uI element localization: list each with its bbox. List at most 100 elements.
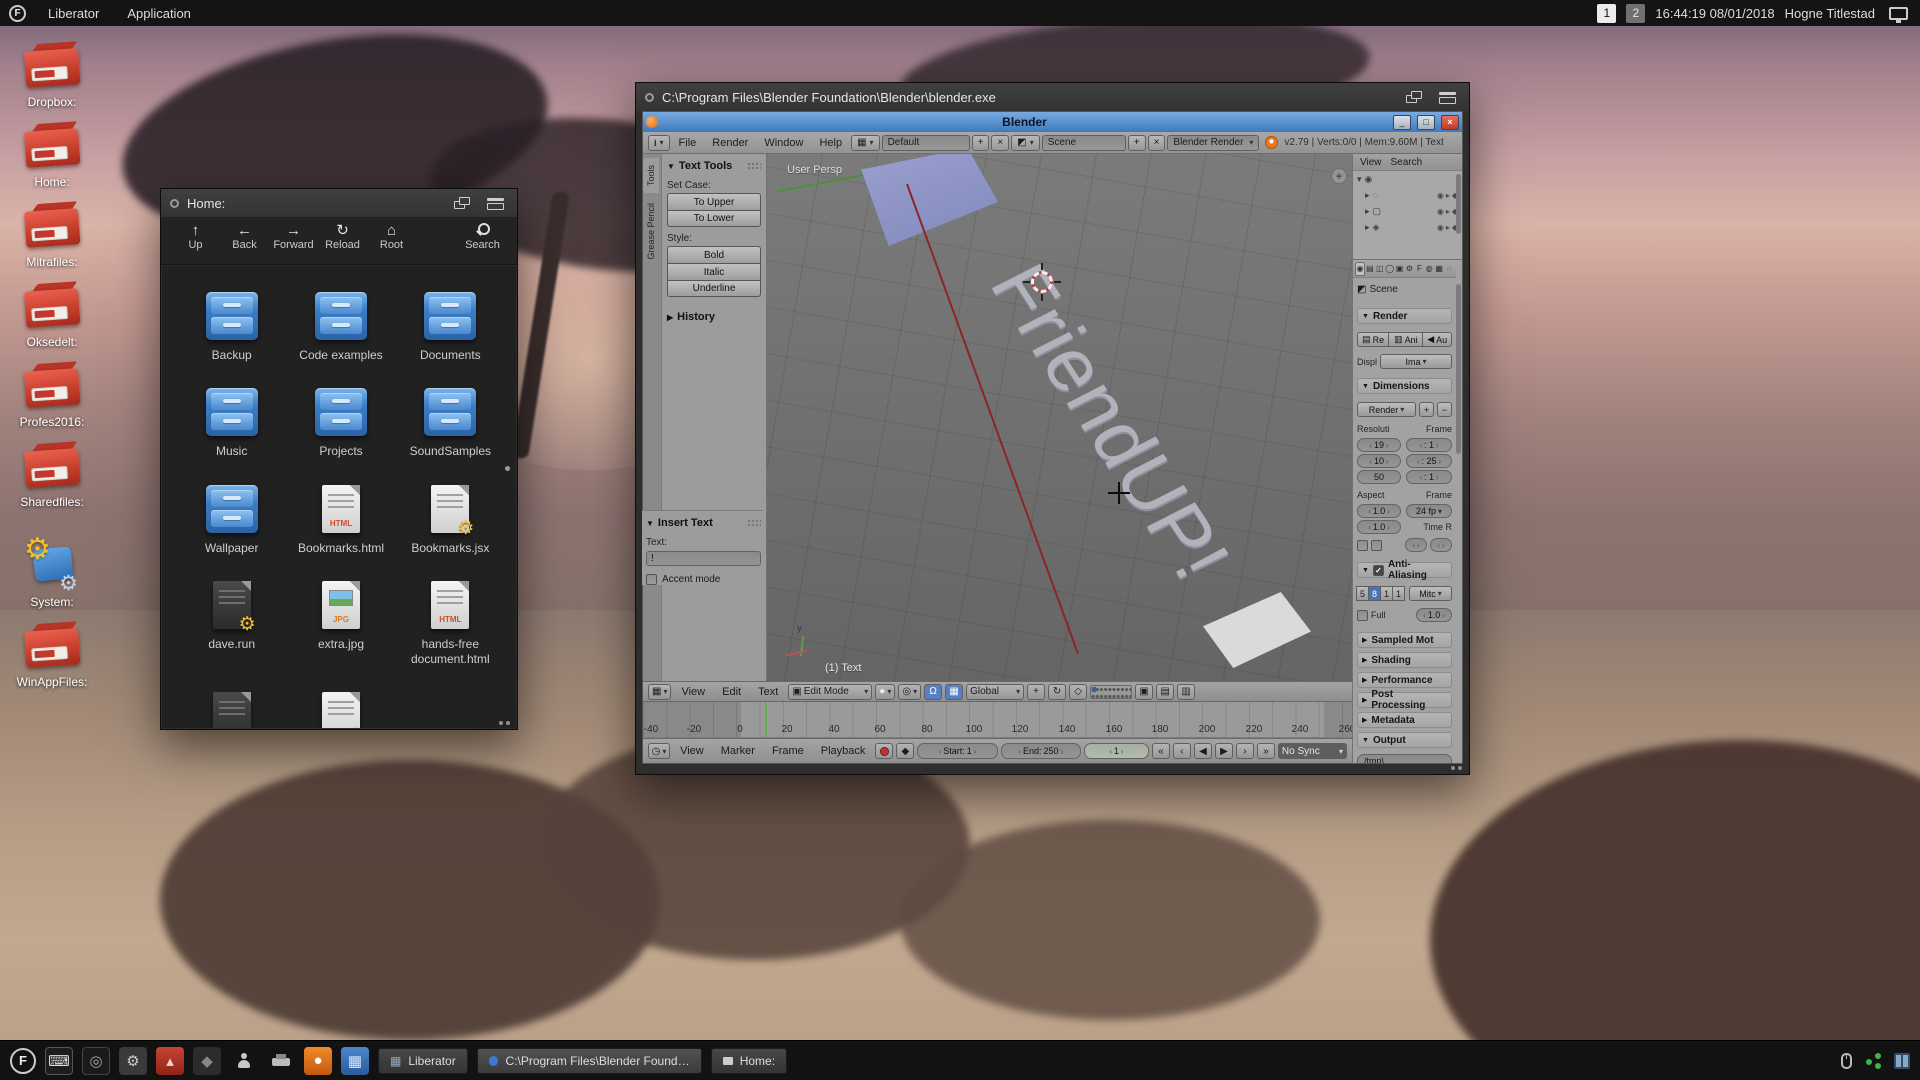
record-button[interactable] bbox=[875, 743, 893, 759]
close-button[interactable]: × bbox=[1441, 115, 1459, 130]
add-preset-button[interactable]: + bbox=[1419, 402, 1434, 417]
add-scene-button[interactable]: + bbox=[1128, 135, 1146, 151]
resolution-x-field[interactable]: ‹19› bbox=[1357, 438, 1401, 452]
file-item[interactable]: HTML hands-free document.html bbox=[397, 581, 504, 666]
animation-button[interactable]: ▥Ani bbox=[1389, 332, 1423, 347]
task-blender[interactable]: C:\Program Files\Blender Founda... bbox=[477, 1048, 702, 1074]
timeline-menu-marker[interactable]: Marker bbox=[714, 745, 762, 757]
file-item[interactable]: Projects bbox=[287, 388, 394, 458]
aspect-y-field[interactable]: ‹1.0› bbox=[1357, 520, 1401, 534]
file-item[interactable]: Wallpaper bbox=[178, 485, 285, 555]
workspace-2-button[interactable]: 2 bbox=[1626, 4, 1645, 23]
menu-application[interactable]: Application bbox=[113, 0, 205, 26]
file-item[interactable]: SoundSamples bbox=[397, 388, 504, 458]
outliner-menu-view[interactable]: View bbox=[1360, 157, 1382, 168]
screen-layout-field[interactable]: Default bbox=[882, 135, 970, 151]
apps-grid-icon[interactable] bbox=[1894, 1053, 1910, 1069]
window-titlebar[interactable]: C:\Program Files\Blender Foundation\Blen… bbox=[636, 83, 1469, 111]
tab-material-icon[interactable]: ◍ bbox=[1424, 262, 1434, 276]
menu-liberator[interactable]: Liberator bbox=[34, 0, 113, 26]
panel-drag-dots[interactable] bbox=[747, 519, 761, 527]
resolution-percentage-field[interactable]: 50 bbox=[1357, 470, 1401, 484]
file-item[interactable]: Backup bbox=[178, 292, 285, 362]
outliner-row[interactable]: ▸▢◉▸◆ bbox=[1353, 203, 1462, 219]
dark-app-icon[interactable]: ◆ bbox=[193, 1047, 221, 1075]
window-menu-icon[interactable] bbox=[170, 199, 179, 208]
underline-button[interactable]: Underline bbox=[667, 280, 761, 297]
orientation-dropdown[interactable]: Global▾ bbox=[966, 684, 1024, 700]
viewport-3d[interactable]: FriendUP! User Persp y bbox=[767, 154, 1352, 681]
timeline-menu-playback[interactable]: Playback bbox=[814, 745, 873, 757]
task-liberator[interactable]: ▦ Liberator bbox=[378, 1048, 468, 1074]
file-item[interactable]: HTML Bookmarks.html bbox=[287, 485, 394, 555]
file-item[interactable]: Documents bbox=[397, 292, 504, 362]
screen-layout-browse-button[interactable]: ▦▾ bbox=[851, 135, 879, 151]
desktop-icon-home[interactable]: Home: bbox=[8, 122, 96, 189]
tools-icon[interactable]: ⚙ bbox=[119, 1047, 147, 1075]
frame-start-field[interactable]: ‹: 1› bbox=[1406, 438, 1452, 452]
timeline-menu-view[interactable]: View bbox=[673, 745, 711, 757]
bold-button[interactable]: Bold bbox=[667, 246, 761, 263]
red-app-icon[interactable]: ▴ bbox=[156, 1047, 184, 1075]
delete-scene-button[interactable]: × bbox=[1148, 135, 1166, 151]
text-tools-panel-header[interactable]: ▼Text Tools bbox=[667, 158, 761, 174]
play-reverse-button[interactable]: ◀ bbox=[1194, 743, 1212, 759]
editor-type-button[interactable]: ◷▾ bbox=[648, 743, 670, 759]
maximize-button[interactable]: □ bbox=[1417, 115, 1435, 130]
keying-set-button[interactable]: ◆ bbox=[896, 743, 914, 759]
outliner-row[interactable]: ▸◌◉▸◆ bbox=[1353, 187, 1462, 203]
aa-filter-dropdown[interactable]: Mitc▾ bbox=[1409, 586, 1452, 601]
time-remap-old-field[interactable]: ‹› bbox=[1405, 538, 1427, 552]
desktop-icon-mitrafiles[interactable]: Mitrafiles: bbox=[8, 202, 96, 269]
editor-type-button[interactable]: ▦▾ bbox=[648, 684, 671, 700]
file-item[interactable]: Code examples bbox=[287, 292, 394, 362]
editor-type-button[interactable]: i▾ bbox=[648, 135, 670, 151]
menu-help[interactable]: Help bbox=[812, 137, 849, 149]
post-processing-panel-header[interactable]: ▶Post Processing bbox=[1357, 692, 1452, 708]
keyboard-icon[interactable]: ⌨ bbox=[45, 1047, 73, 1075]
tab-world-icon[interactable]: ◯ bbox=[1385, 262, 1395, 276]
menu-file[interactable]: File bbox=[672, 137, 704, 149]
file-item-partial[interactable]: ⚙ bbox=[287, 692, 394, 728]
manipulator-rotate-toggle[interactable]: ↻ bbox=[1048, 684, 1066, 700]
render-engine-dropdown[interactable]: Blender Render▾ bbox=[1167, 135, 1259, 151]
scene-field[interactable]: Scene bbox=[1042, 135, 1126, 151]
display-dropdown[interactable]: Ima▾ bbox=[1380, 354, 1452, 369]
scene-browse-button[interactable]: ◩▾ bbox=[1011, 135, 1039, 151]
italic-button[interactable]: Italic bbox=[667, 263, 761, 280]
properties-scrollbar[interactable] bbox=[1456, 284, 1461, 454]
lock-toggle[interactable]: ▣ bbox=[1135, 684, 1153, 700]
manipulator-scale-toggle[interactable]: ◇ bbox=[1069, 684, 1087, 700]
workspace-1-button[interactable]: 1 bbox=[1597, 4, 1616, 23]
tab-modifiers-icon[interactable]: ⚙ bbox=[1405, 262, 1415, 276]
window-depth-button[interactable] bbox=[1401, 89, 1427, 106]
to-upper-button[interactable]: To Upper bbox=[667, 193, 761, 210]
to-lower-button[interactable]: To Lower bbox=[667, 210, 761, 227]
accent-mode-checkbox[interactable] bbox=[646, 574, 657, 585]
desktop-icon-system[interactable]: ⚙⚙ System: bbox=[8, 542, 96, 609]
dimensions-preset-dropdown[interactable]: Render▾ bbox=[1357, 402, 1416, 417]
play-button[interactable]: ▶ bbox=[1215, 743, 1233, 759]
media-app-icon[interactable]: ● bbox=[304, 1047, 332, 1075]
aspect-x-field[interactable]: ‹1.0› bbox=[1357, 504, 1401, 518]
window-menu-icon[interactable] bbox=[645, 93, 654, 102]
render-border-button[interactable]: ▤ bbox=[1156, 684, 1174, 700]
add-layout-button[interactable]: + bbox=[972, 135, 990, 151]
minimize-button[interactable]: _ bbox=[1393, 115, 1411, 130]
full-sample-checkbox[interactable] bbox=[1357, 610, 1368, 621]
wine-titlebar[interactable]: Blender _ □ × bbox=[643, 112, 1462, 132]
output-path-field[interactable]: /tmp\ bbox=[1357, 754, 1452, 763]
desktop-icon-oksedelt[interactable]: Oksedelt: bbox=[8, 282, 96, 349]
shading-panel-header[interactable]: ▶Shading bbox=[1357, 652, 1452, 668]
jump-to-end-button[interactable]: » bbox=[1257, 743, 1275, 759]
manipulator-translate-toggle[interactable]: + bbox=[1027, 684, 1045, 700]
desktop-icon-sharedfiles[interactable]: Sharedfiles: bbox=[8, 442, 96, 509]
panel-drag-dots[interactable] bbox=[747, 162, 761, 170]
frame-step-field[interactable]: ‹: 1› bbox=[1406, 470, 1452, 484]
dial-icon[interactable]: ◎ bbox=[82, 1047, 110, 1075]
crop-checkbox[interactable] bbox=[1371, 540, 1382, 551]
history-panel-header[interactable]: ▶History bbox=[667, 309, 761, 325]
desktop-icon-dropbox[interactable]: Dropbox: bbox=[8, 42, 96, 109]
frame-start-field[interactable]: ‹Start:1› bbox=[917, 743, 997, 759]
dimensions-panel-header[interactable]: ▼Dimensions bbox=[1357, 378, 1452, 394]
